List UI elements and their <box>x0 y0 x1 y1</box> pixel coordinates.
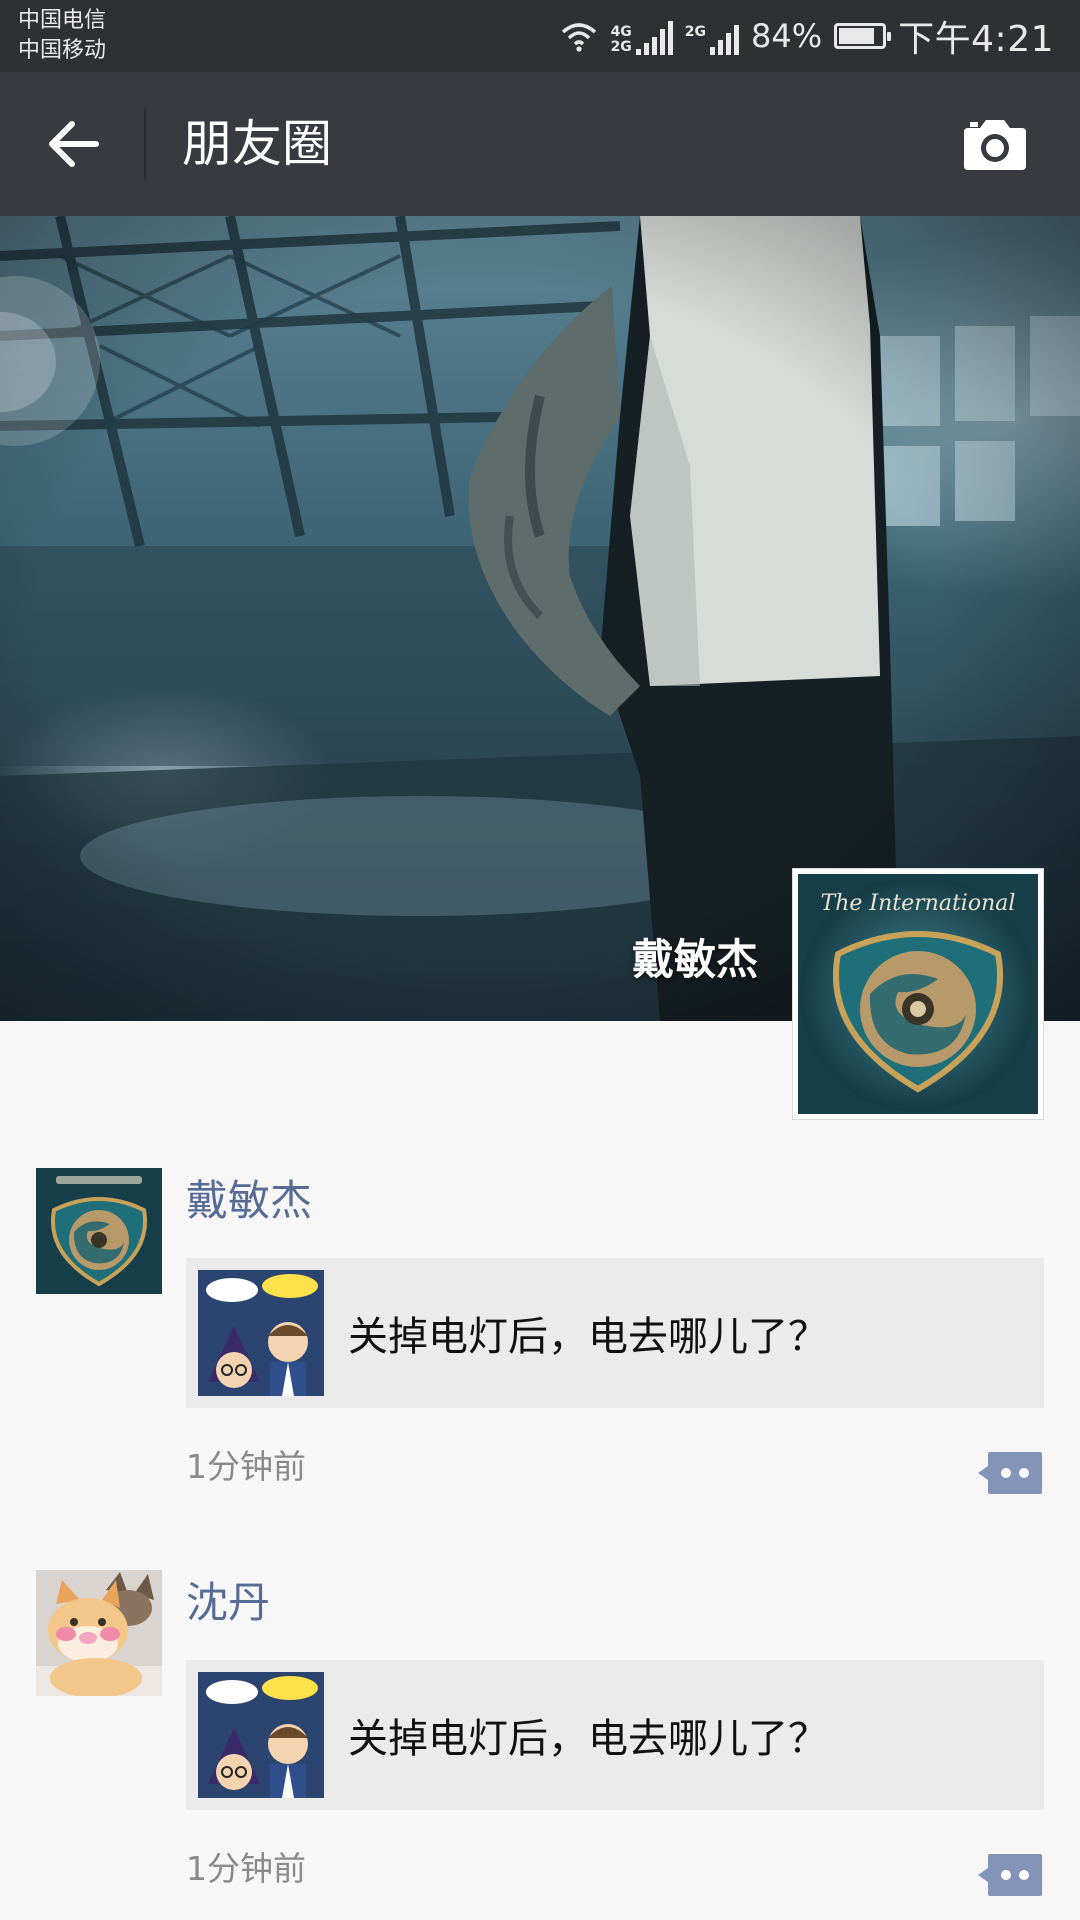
status-indicators: 4G 2G 2G 84% 下午4:21 <box>559 10 1054 62</box>
carrier-secondary: 中国移动 <box>18 38 107 63</box>
signal-bars-icon <box>635 21 673 55</box>
comment-dots-icon <box>978 1452 1042 1494</box>
comment-button[interactable] <box>976 1450 1044 1496</box>
carrier-names: 中国电信 中国移动 <box>18 6 106 66</box>
nav-bar: 朋友圈 <box>0 72 1080 216</box>
signal-bars-icon <box>710 21 740 55</box>
carrier-primary: 中国电信 <box>18 8 107 33</box>
battery-percent: 84% <box>751 17 823 55</box>
network-tag-4g: 4G <box>610 24 632 40</box>
clock: 下午4:21 <box>898 19 1054 60</box>
post-timestamp: 1分钟前 <box>186 1447 306 1486</box>
post-author[interactable]: 沈丹 <box>186 1574 270 1632</box>
aegis-avatar-image <box>36 1168 162 1294</box>
status-bar: 中国电信 中国移动 4G 2G 2G 84% 下午4:21 <box>0 0 1080 72</box>
aegis-emblem-image: The International <box>798 874 1038 1114</box>
link-title: 关掉电灯后，电去哪儿了？ <box>348 1314 828 1360</box>
battery-icon <box>834 23 892 49</box>
comment-dots-icon <box>978 1854 1042 1896</box>
cartoon-thumbnail-image <box>198 1270 324 1396</box>
nav-divider <box>144 108 146 180</box>
link-title: 关掉电灯后，电去哪儿了？ <box>348 1716 828 1762</box>
network-tag-2g: 2G <box>610 39 632 55</box>
camera-icon[interactable] <box>960 116 1030 172</box>
avatar[interactable] <box>36 1168 162 1294</box>
profile-name: 戴敏杰 <box>631 935 758 984</box>
shared-link-card[interactable]: 关掉电灯后，电去哪儿了？ <box>186 1258 1044 1408</box>
network-tag-2g-second: 2G <box>684 24 707 40</box>
wifi-icon <box>561 23 596 52</box>
cat-avatar-image <box>36 1570 162 1696</box>
post-author[interactable]: 戴敏杰 <box>186 1172 312 1230</box>
battery-level <box>839 28 875 44</box>
avatar-caption-text: The International <box>821 891 1016 916</box>
page-title: 朋友圈 <box>182 115 332 173</box>
link-thumbnail <box>198 1270 324 1396</box>
signal-1: 4G 2G <box>611 17 673 55</box>
shared-link-card[interactable]: 关掉电灯后，电去哪儿了？ <box>186 1660 1044 1810</box>
arrow-left-icon[interactable] <box>44 116 104 172</box>
profile-avatar[interactable]: The International <box>792 868 1044 1120</box>
avatar[interactable] <box>36 1570 162 1696</box>
comment-button[interactable] <box>976 1852 1044 1898</box>
post-timestamp: 1分钟前 <box>186 1849 306 1888</box>
cartoon-thumbnail-image <box>198 1672 324 1798</box>
signal-2: 2G <box>684 17 740 55</box>
link-thumbnail <box>198 1672 324 1798</box>
